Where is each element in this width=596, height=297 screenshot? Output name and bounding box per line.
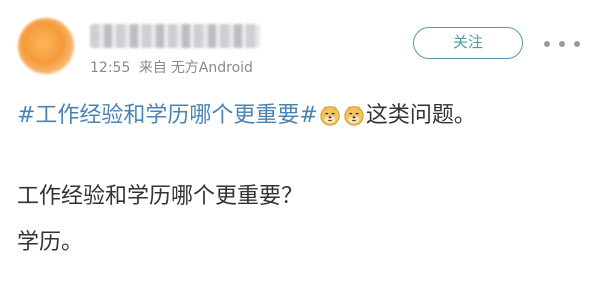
topic-link[interactable]: #工作经验和学历哪个更重要# <box>17 103 318 128</box>
username-blurred[interactable] <box>90 24 260 48</box>
post-text-line-1-suffix: 这类问题。 <box>365 103 476 128</box>
post-text-line-2: 工作经验和学历哪个更重要？ <box>17 184 304 209</box>
post-text-line-3: 学历。 <box>17 230 84 255</box>
post-text-line-1: #工作经验和学历哪个更重要# 这类问题。 <box>17 100 476 132</box>
doge-emoji-icon <box>320 105 340 126</box>
weibo-post: 12:55 来自 无方Android 关注 #工作经验和学历哪个更重要# 这类问题… <box>0 0 596 297</box>
more-dots-icon[interactable] <box>544 37 580 51</box>
post-time: 12:55 <box>90 60 131 76</box>
doge-emoji-icon <box>344 105 364 126</box>
follow-button[interactable]: 关注 <box>413 27 523 59</box>
post-source-device[interactable]: 无方Android <box>171 60 253 76</box>
avatar[interactable] <box>18 18 74 74</box>
post-source-prefix: 来自 <box>138 60 167 76</box>
post-meta: 12:55 来自 无方Android <box>90 57 257 77</box>
